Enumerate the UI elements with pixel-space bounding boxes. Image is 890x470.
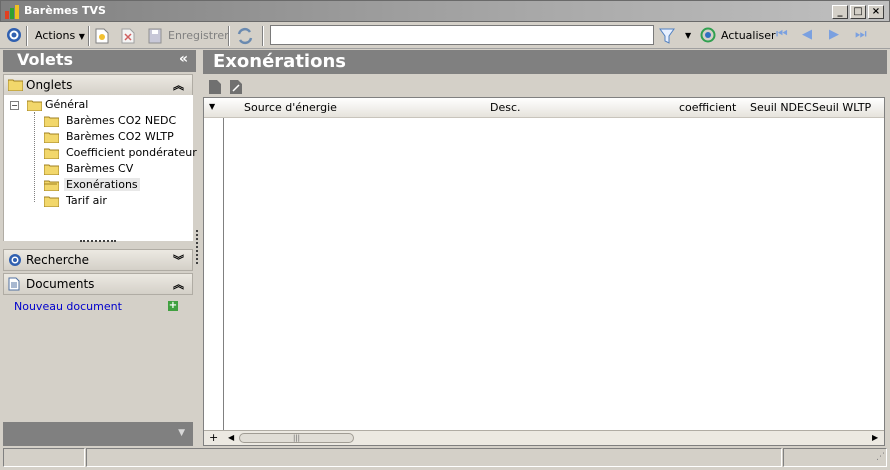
main-header: Exonérations	[203, 50, 887, 74]
tree-item-label: Tarif air	[66, 194, 107, 207]
folder-icon	[26, 100, 42, 111]
first-record-icon[interactable]: ⏮	[776, 27, 788, 42]
panes-header: Volets «	[3, 50, 196, 72]
tree-item[interactable]: Coefficient pondérateur	[43, 145, 199, 161]
target-icon[interactable]	[6, 27, 22, 43]
column-header[interactable]: Source d'énergie	[244, 101, 337, 114]
folder-icon	[43, 196, 60, 207]
panes-title: Volets	[17, 50, 74, 69]
main-title: Exonérations	[213, 51, 346, 72]
new-document-link[interactable]: Nouveau document	[14, 300, 122, 313]
add-row-icon[interactable]: +	[209, 431, 218, 444]
section-documents-header[interactable]: Documents ︽	[3, 273, 193, 295]
scroll-left-icon[interactable]: ◀	[228, 433, 234, 442]
collapse-toggle-icon[interactable]: −	[10, 100, 19, 110]
collapse-pane-icon[interactable]: «	[179, 51, 188, 67]
horizontal-scrollbar[interactable]: + ◀ ||| ▶	[204, 430, 884, 445]
folder-icon	[43, 148, 60, 159]
tree-item-label: Barèmes CO2 NEDC	[66, 114, 177, 127]
folder-icon	[8, 79, 23, 91]
column-header[interactable]: Desc.	[490, 101, 521, 114]
status-cell	[783, 448, 887, 467]
save-button[interactable]: Enregistrer	[168, 27, 229, 45]
filter-icon[interactable]	[659, 27, 675, 45]
tree-item-label: Barèmes CV	[66, 162, 134, 175]
section-tabs-label: Onglets	[26, 78, 73, 92]
section-tabs-header[interactable]: Onglets ︽	[3, 74, 193, 96]
new-doc-icon[interactable]	[95, 28, 109, 44]
scroll-thumb[interactable]: |||	[239, 433, 354, 443]
pane-footer: ▼	[3, 422, 193, 446]
column-header[interactable]: Seuil NDEC	[750, 101, 812, 114]
edit-page-icon[interactable]	[229, 79, 243, 95]
status-cell	[86, 448, 782, 467]
status-cell	[3, 448, 85, 467]
resize-grip-icon[interactable]: ⋰	[876, 452, 885, 462]
tree-item-label: Barèmes CO2 WLTP	[66, 130, 174, 143]
refresh-icon[interactable]	[700, 27, 716, 43]
page-icon[interactable]	[208, 79, 222, 95]
row-indicator	[204, 118, 224, 430]
tree-item-label: Coefficient pondérateur	[66, 146, 197, 159]
documents-area: Nouveau document +	[3, 296, 193, 421]
tree-item[interactable]: Barèmes CV	[43, 161, 135, 177]
section-documents-label: Documents	[26, 277, 95, 291]
add-icon[interactable]: +	[168, 301, 178, 311]
refresh-button[interactable]: Actualiser	[721, 27, 776, 45]
delete-icon[interactable]	[121, 28, 135, 44]
tree-root[interactable]: − Général	[10, 97, 88, 113]
search-input[interactable]	[270, 25, 654, 45]
tree-item[interactable]: Tarif air	[43, 193, 109, 209]
close-button[interactable]: ×	[868, 5, 884, 19]
tree-item-label: Exonérations	[64, 178, 140, 191]
folder-icon	[43, 180, 60, 191]
tree-lines	[34, 112, 44, 202]
next-record-icon[interactable]: ▶	[829, 27, 839, 42]
window-title: Barèmes TVS	[24, 4, 106, 17]
tree-item[interactable]: Barèmes CO2 WLTP	[43, 129, 176, 145]
filter-dropdown-icon[interactable]: ▼	[685, 31, 691, 40]
section-search-label: Recherche	[26, 253, 90, 267]
tree-root-label: Général	[45, 98, 89, 111]
dropdown-arrow-icon: ▼	[78, 32, 85, 41]
section-search-header[interactable]: Recherche ︾	[3, 249, 193, 271]
dropdown-arrow-icon[interactable]: ▼	[178, 428, 185, 438]
scroll-right-icon[interactable]: ▶	[872, 433, 878, 442]
folder-icon	[43, 164, 60, 175]
minimize-button[interactable]: _	[832, 5, 848, 19]
grid-toolbar	[203, 75, 887, 97]
folder-icon	[43, 132, 60, 143]
chevron-up-icon[interactable]: ︽	[173, 276, 184, 292]
actions-menu[interactable]: Actions ▼	[35, 27, 85, 45]
grid-header: ▼ Source d'énergie Desc. coefficient Seuil …	[204, 98, 884, 118]
data-grid[interactable]: ▼ Source d'énergie Desc. coefficient Seuil …	[203, 97, 885, 446]
vertical-splitter[interactable]	[195, 50, 201, 446]
last-record-icon[interactable]: ⏭	[855, 27, 867, 42]
chevron-down-icon[interactable]: ︾	[173, 252, 184, 268]
chevron-up-icon[interactable]: ︽	[173, 77, 184, 93]
previous-record-icon[interactable]: ◀	[802, 27, 812, 42]
maximize-button[interactable]: □	[850, 5, 866, 19]
actions-label: Actions	[35, 29, 76, 42]
column-chooser-icon[interactable]: ▼	[209, 102, 215, 111]
column-header[interactable]: coefficient	[679, 101, 736, 114]
column-header[interactable]: Seuil WLTP	[812, 101, 871, 114]
sync-icon[interactable]	[236, 27, 254, 45]
save-icon	[148, 28, 162, 44]
title-bar[interactable]	[0, 0, 890, 22]
document-icon	[8, 277, 20, 291]
folder-icon	[43, 116, 60, 127]
status-bar: ⋰	[3, 448, 887, 467]
splitter-grip[interactable]	[80, 240, 116, 244]
target-icon	[9, 254, 21, 266]
app-icon	[5, 5, 19, 19]
tabs-tree: − Général Barèmes CO2 NEDC Barèmes CO2 WL…	[3, 95, 197, 241]
tree-item[interactable]: Exonérations	[43, 177, 140, 193]
tree-item[interactable]: Barèmes CO2 NEDC	[43, 113, 178, 129]
